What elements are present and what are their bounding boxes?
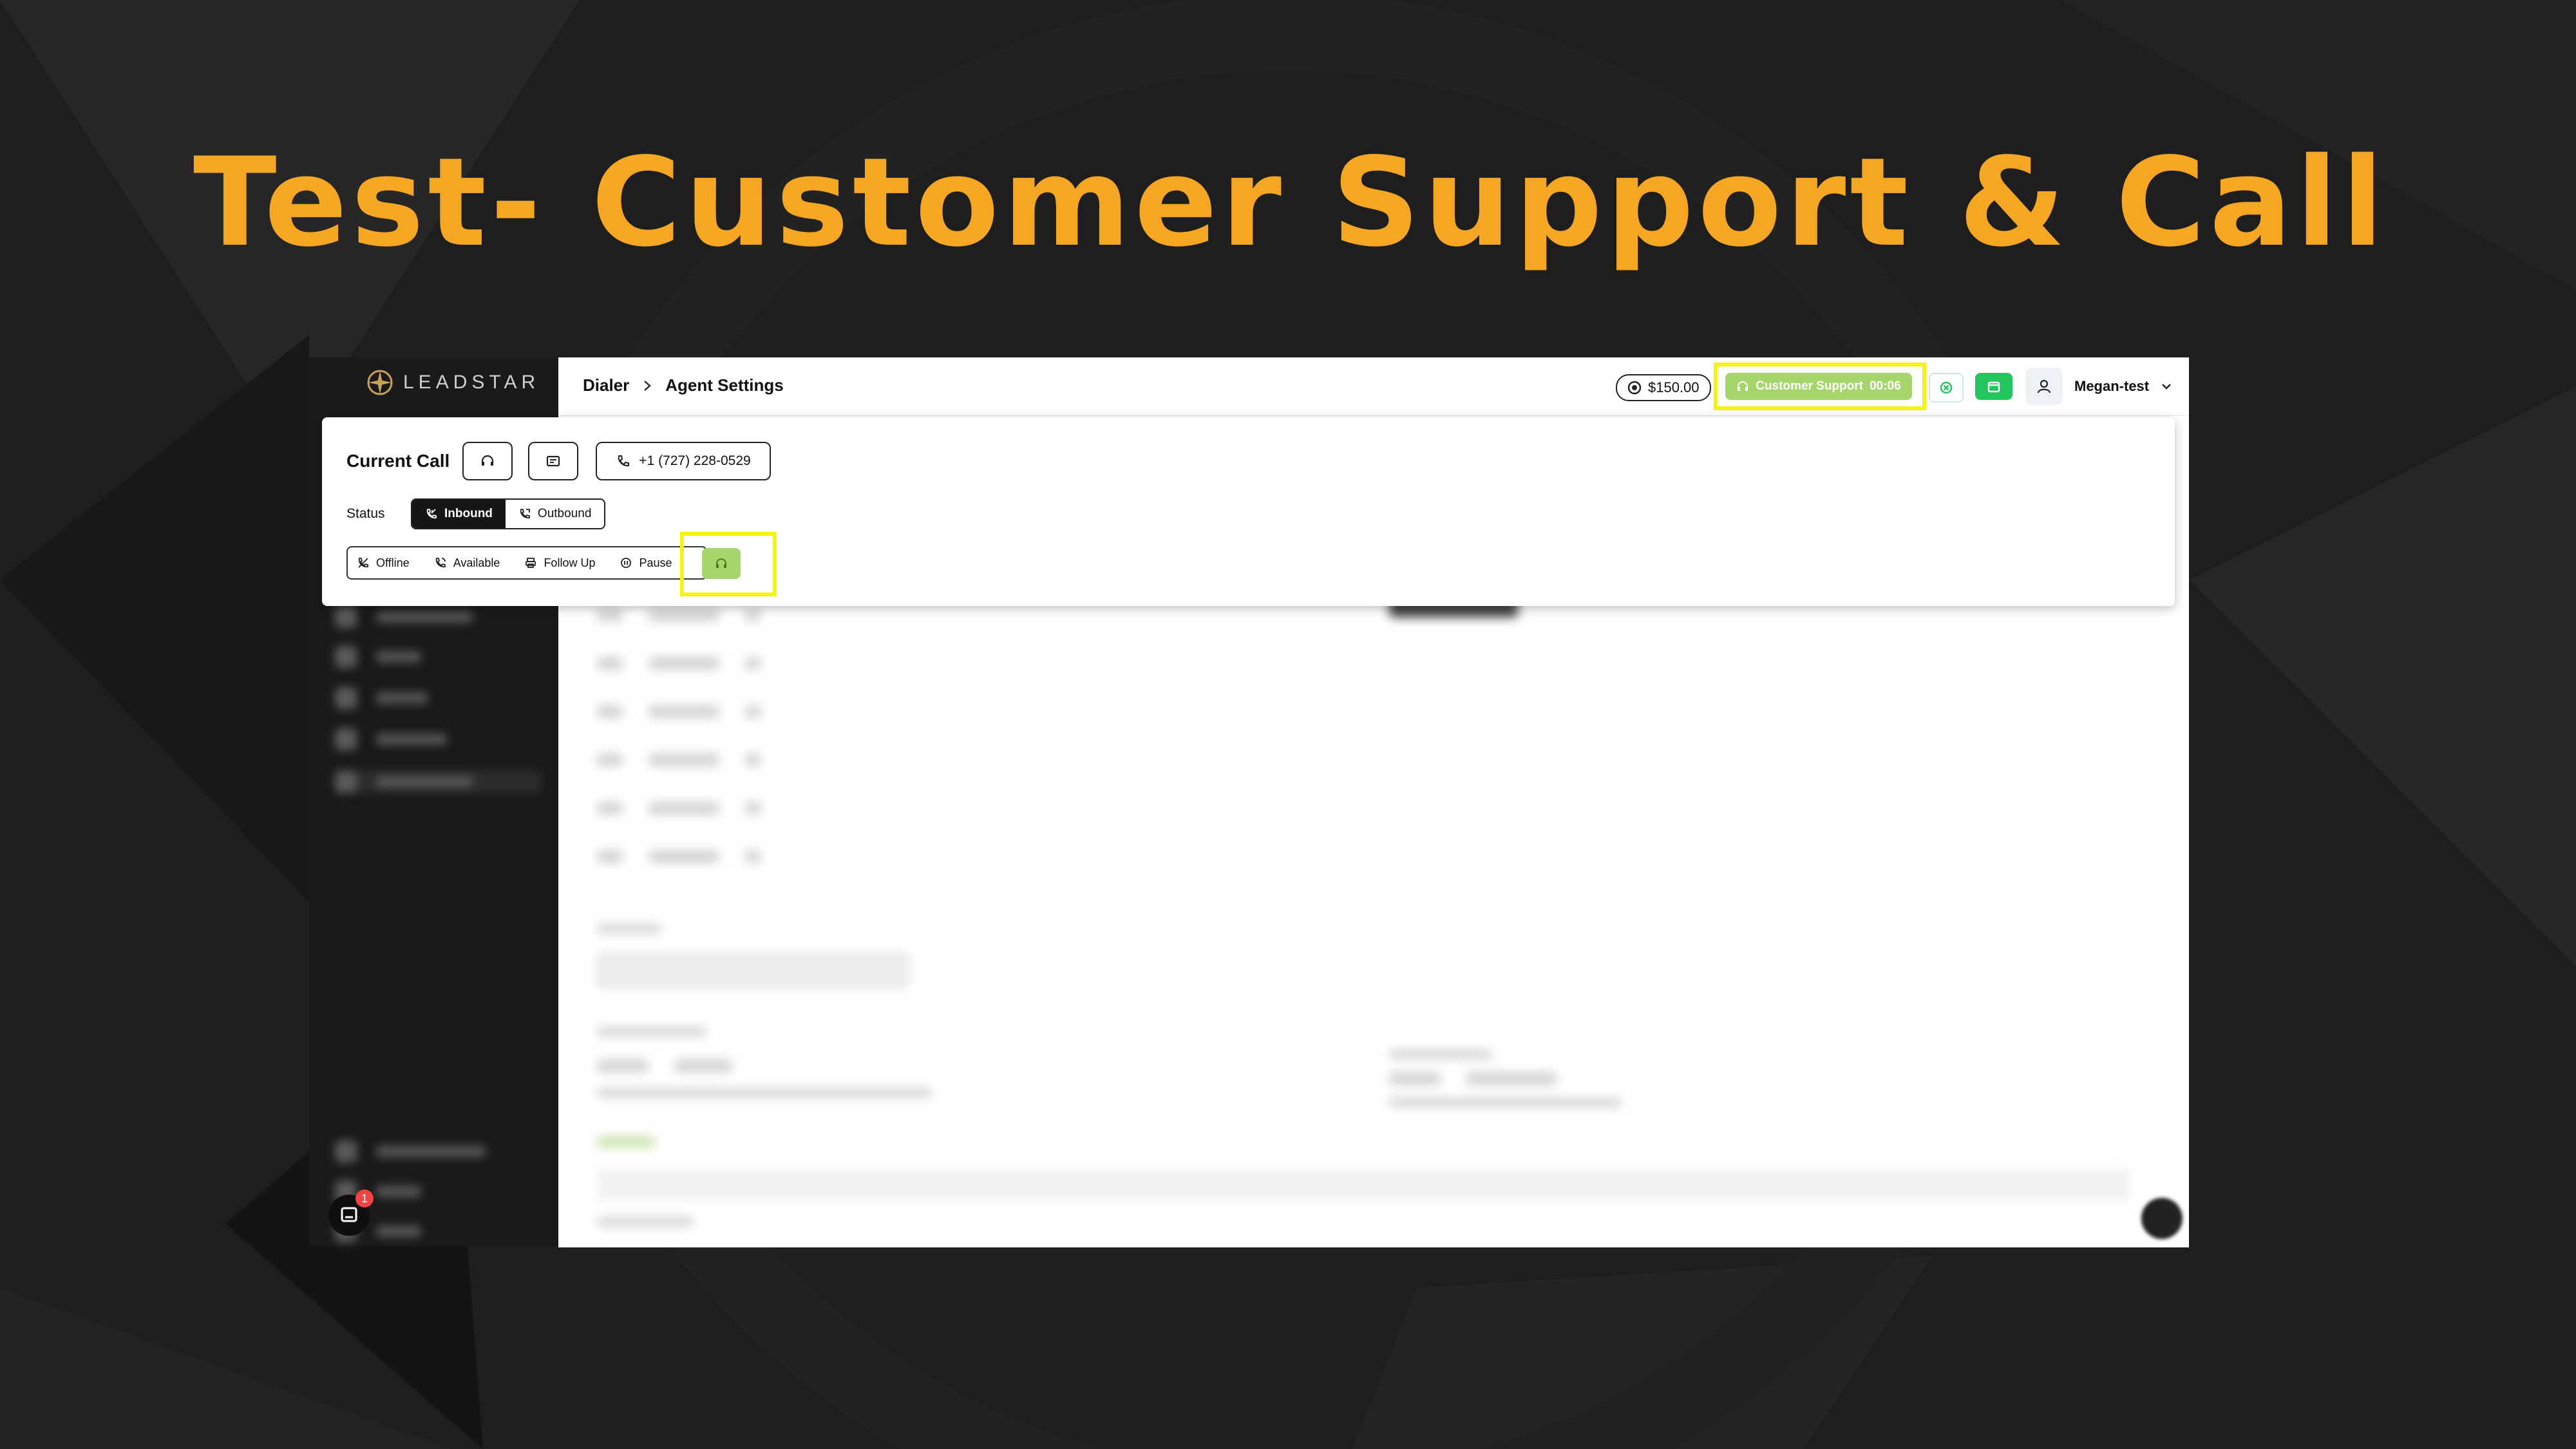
phone-call-icon [435, 558, 446, 567]
top-bar: Dialer Agent Settings $150.00 Customer S… [558, 357, 2189, 416]
balance-badge[interactable]: $150.00 [1616, 374, 1711, 401]
brand-logo[interactable]: LEADSTAR [366, 368, 540, 397]
headset-icon [481, 455, 494, 466]
phone-off-icon [358, 558, 368, 568]
phone-number-button[interactable]: +1 (727) 228-0529 [596, 442, 771, 480]
agent-state-selector: Offline Available Follow Up Pause [346, 546, 707, 580]
coin-icon [1627, 381, 1642, 395]
highlight-box-status [1714, 363, 1926, 410]
headset-button[interactable] [462, 442, 513, 480]
balance-value: $150.00 [1648, 379, 1700, 395]
phone-incoming-icon [426, 509, 437, 518]
user-icon [2037, 379, 2051, 393]
chat-badge: 1 [355, 1189, 374, 1208]
state-offline-label: Offline [376, 556, 410, 569]
contact-card-button[interactable] [528, 442, 578, 480]
phone-number: +1 (727) 228-0529 [639, 453, 751, 468]
breadcrumb: Dialer Agent Settings [583, 375, 784, 395]
breadcrumb-root[interactable]: Dialer [583, 375, 629, 395]
chevron-right-icon [644, 380, 652, 391]
user-name: Megan-test [2074, 378, 2150, 394]
brand-name: LEADSTAR [403, 372, 540, 393]
breadcrumb-current: Agent Settings [665, 375, 784, 395]
user-menu[interactable]: Megan-test [2025, 368, 2172, 405]
chat-icon [341, 1207, 357, 1222]
card-icon [546, 455, 560, 467]
state-available-label: Available [453, 556, 500, 569]
state-follow-up[interactable]: Follow Up [524, 556, 595, 570]
calendar-button[interactable] [1975, 373, 2012, 400]
state-follow-up-label: Follow Up [544, 556, 596, 569]
outbound-label: Outbound [537, 507, 592, 520]
end-session-button[interactable] [1929, 373, 1964, 402]
status-label: Status [346, 506, 385, 521]
state-offline[interactable]: Offline [357, 556, 410, 570]
inbound-option[interactable]: Inbound [412, 500, 506, 528]
phone-icon [618, 455, 630, 467]
current-call-title: Current Call [346, 451, 450, 471]
avatar [2025, 368, 2063, 405]
outbound-option[interactable]: Outbound [506, 500, 604, 528]
state-pause-label: Pause [639, 556, 672, 569]
chat-button[interactable]: 1 [328, 1189, 374, 1236]
inbound-label: Inbound [444, 507, 493, 520]
printer-icon [526, 558, 536, 568]
floating-action-button[interactable] [2141, 1198, 2183, 1239]
current-call-panel: Current Call +1 (727) 228-0529 Status In… [322, 417, 2175, 606]
direction-toggle: Inbound Outbound [411, 498, 606, 529]
phone-outgoing-icon [520, 509, 530, 518]
calendar-icon [1987, 381, 2000, 393]
chevron-down-icon [2162, 384, 2172, 390]
leadstar-logo-icon [367, 370, 393, 395]
state-available[interactable]: Available [434, 556, 500, 570]
state-pause[interactable]: Pause [620, 556, 672, 570]
highlight-box-support-state [680, 532, 777, 596]
pause-circle-icon [621, 558, 632, 568]
circle-x-icon [1940, 381, 1953, 394]
slide-title: Test- Customer Support & Call [193, 131, 2388, 274]
